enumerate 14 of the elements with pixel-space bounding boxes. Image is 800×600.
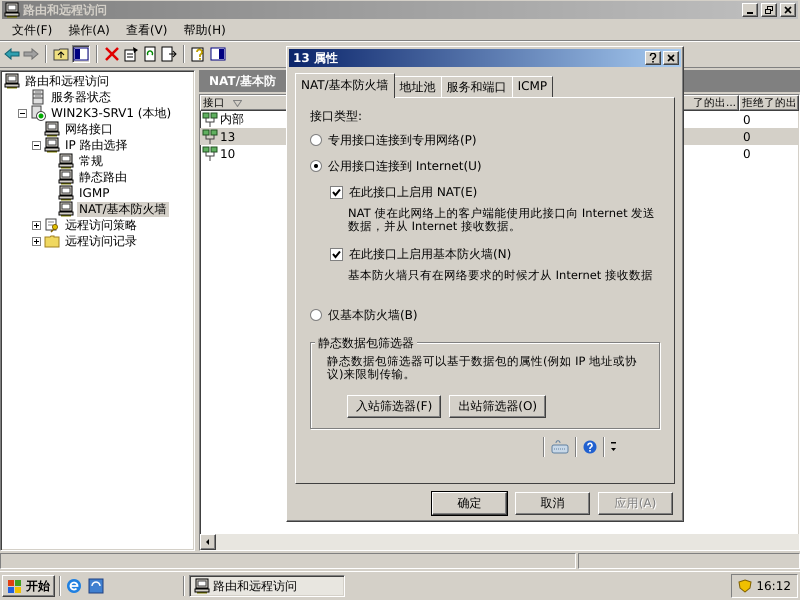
group-title: 静态数据包筛选器 (315, 335, 417, 352)
table-cell-text: 0 (742, 112, 752, 126)
option-description: 基本防火墙只有在网络要求的时候才从 Internet 接收数据 (348, 269, 654, 282)
section-label: 接口类型: (310, 108, 364, 125)
group-description: 静态数据包筛选器可以基于数据包的属性(例如 IP 地址或协议)来限制传输。 (327, 355, 638, 381)
interface-name: 10 (220, 146, 236, 160)
option-description: NAT 使在此网络上的客户端能使用此接口向 Internet 发送数据，并从 Internet 接收数据。 (348, 207, 656, 233)
table-cell-text: 0 (742, 130, 752, 144)
dialog-title: 13 属性 (293, 50, 339, 66)
interface-name: 内部 (220, 111, 244, 128)
table-cell-text: 0 (742, 146, 752, 160)
clock: 16:12 (756, 579, 791, 593)
interface-name: 13 (220, 130, 236, 144)
window-title: 路由和远程访问 (23, 2, 108, 18)
